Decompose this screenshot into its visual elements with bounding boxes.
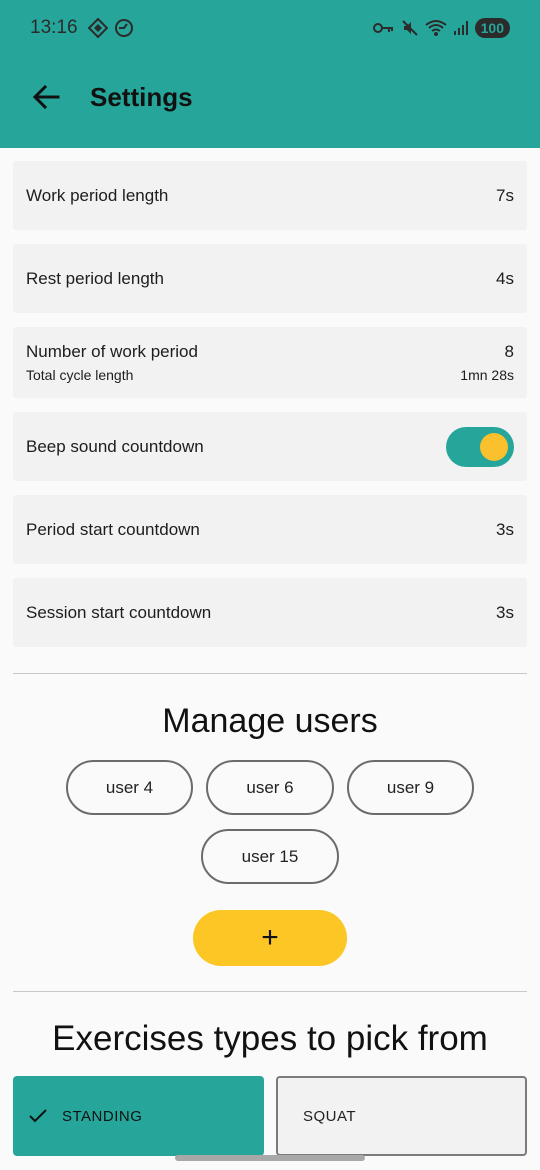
toggle-knob xyxy=(480,432,508,461)
timer-icon xyxy=(114,19,133,37)
divider xyxy=(13,673,527,674)
exercises-title: Exercises types to pick from xyxy=(52,1019,488,1058)
user-chip[interactable]: user 9 xyxy=(347,760,474,815)
setting-label: Period start countdown xyxy=(26,519,200,539)
setting-value: 3s xyxy=(496,602,514,622)
exercise-card-squat[interactable]: SQUAT xyxy=(276,1076,527,1156)
divider xyxy=(13,991,527,992)
mute-icon xyxy=(401,20,418,36)
beep-toggle[interactable] xyxy=(446,426,514,467)
wifi-icon xyxy=(425,20,447,36)
total-cycle-value: 1mn 28s xyxy=(460,367,514,383)
add-user-button[interactable]: + xyxy=(193,910,347,966)
beep-countdown-setting: Beep sound countdown xyxy=(13,412,527,481)
period-start-countdown-setting[interactable]: Period start countdown 3s xyxy=(13,495,527,564)
status-bar: 13:16 100 xyxy=(0,0,540,56)
status-time: 13:16 xyxy=(30,17,78,38)
setting-value: 3s xyxy=(496,519,514,539)
key-icon xyxy=(372,23,393,33)
rest-period-setting[interactable]: Rest period length 4s xyxy=(13,244,527,313)
signal-icon xyxy=(453,21,468,35)
exercise-label: SQUAT xyxy=(303,1107,357,1125)
vpn-diamond-icon xyxy=(87,18,108,38)
plus-icon: + xyxy=(261,921,279,954)
gesture-nav-handle[interactable] xyxy=(175,1155,365,1161)
setting-label: Session start countdown xyxy=(26,602,212,622)
setting-label: Rest period length xyxy=(26,268,164,288)
user-chip[interactable]: user 6 xyxy=(206,760,334,815)
setting-label: Work period length xyxy=(26,185,169,205)
work-period-setting[interactable]: Work period length 7s xyxy=(13,161,527,230)
setting-value: 7s xyxy=(496,185,514,205)
arrow-back-icon xyxy=(32,84,60,110)
back-button[interactable] xyxy=(16,67,76,127)
user-chip[interactable]: user 4 xyxy=(66,760,193,815)
check-icon xyxy=(29,1109,47,1123)
session-start-countdown-setting[interactable]: Session start countdown 3s xyxy=(13,578,527,647)
total-cycle-label: Total cycle length xyxy=(26,367,134,383)
number-of-work-period-setting[interactable]: Number of work period 8 Total cycle leng… xyxy=(13,327,527,398)
exercise-label: STANDING xyxy=(62,1107,143,1125)
setting-value: 8 xyxy=(504,342,514,361)
page-title: Settings xyxy=(90,81,193,112)
battery-indicator: 100 xyxy=(474,18,510,38)
exercise-card-standing[interactable]: STANDING xyxy=(13,1076,264,1156)
manage-users-title: Manage users xyxy=(162,702,378,740)
user-chip[interactable]: user 15 xyxy=(201,829,339,884)
app-bar: Settings xyxy=(0,56,540,138)
setting-label: Number of work period xyxy=(26,342,198,361)
setting-label: Beep sound countdown xyxy=(26,436,204,456)
setting-value: 4s xyxy=(496,268,514,288)
